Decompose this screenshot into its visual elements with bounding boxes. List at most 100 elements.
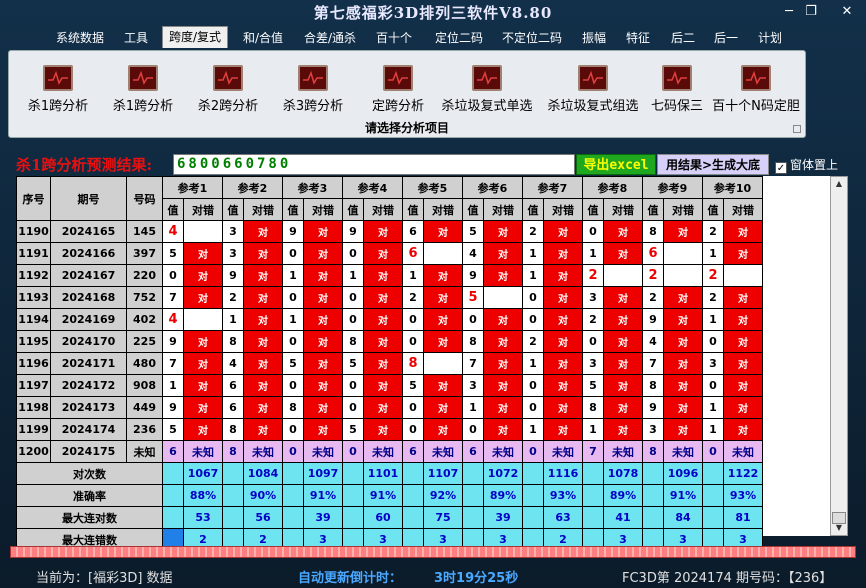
menu-item-7[interactable]: 不定位二码 bbox=[498, 28, 566, 48]
table-row[interactable]: 1190 2024165 145 4 3 对 9 对 9 对 6 对 5 对 2 对 0 对 8 对 2 对 bbox=[16, 220, 763, 243]
progress-stripe bbox=[10, 546, 856, 558]
tool-button-7[interactable]: 七码保三 bbox=[647, 65, 707, 115]
scroll-down-icon[interactable]: ▼ bbox=[831, 521, 847, 535]
cell-unknown: 未知 bbox=[243, 440, 283, 463]
cell-value: 0 bbox=[522, 286, 544, 309]
table-row[interactable]: 1194 2024169 402 4 1 对 1 对 0 对 0 对 0 对 0 对 2 对 9 对 1 对 bbox=[16, 308, 763, 331]
stat-value: 91% bbox=[303, 484, 343, 507]
stat-value: 91% bbox=[663, 484, 703, 507]
status-countdown: 3时19分25秒 bbox=[434, 571, 519, 586]
cell-ok: 对 bbox=[663, 308, 703, 331]
cell-period: 2024167 bbox=[50, 264, 127, 287]
stat-blank bbox=[582, 506, 604, 529]
pending-row[interactable]: 1200 2024175 未知 6 未知 8 未知 0 未知 0 未知 6 未知 6 未知 0 未知 7 未知 8 未知… bbox=[16, 440, 763, 463]
stat-value: 81 bbox=[723, 506, 763, 529]
stat-blank bbox=[162, 484, 184, 507]
checkbox-box[interactable]: ✓ bbox=[775, 162, 787, 174]
table-row[interactable]: 1196 2024171 480 7 对 4 对 5 对 5 对 8 7 对 1 对 3 对 7 对 3 对 bbox=[16, 352, 763, 375]
cell-ok: 对 bbox=[723, 396, 763, 419]
menu-item-0[interactable]: 系统数据 bbox=[52, 28, 108, 48]
table-row[interactable]: 1193 2024168 752 7 对 2 对 0 对 0 对 2 对 5 0 对 3 对 2 对 2 对 bbox=[16, 286, 763, 309]
menu-item-1[interactable]: 工具 bbox=[118, 28, 154, 48]
cell-value: 2 bbox=[702, 286, 724, 309]
cell-value: 9 bbox=[162, 330, 184, 353]
minimize-button[interactable]: ─ bbox=[778, 3, 800, 21]
table-row[interactable]: 1197 2024172 908 1 对 6 对 0 对 0 对 5 对 3 对 0 对 5 对 8 对 0 对 bbox=[16, 374, 763, 397]
cell-ok: 对 bbox=[603, 352, 643, 375]
cell-ok: 对 bbox=[723, 286, 763, 309]
subheader-ok: 对错 bbox=[543, 198, 583, 221]
export-excel-button[interactable]: 导出excel bbox=[576, 154, 656, 175]
stat-value: 56 bbox=[243, 506, 283, 529]
menu-item-12[interactable]: 计划 bbox=[752, 28, 788, 48]
cell-ok: 对 bbox=[243, 264, 283, 287]
result-value-field[interactable]: 6800660780 bbox=[173, 154, 575, 175]
header-ref: 参考4 bbox=[342, 176, 403, 199]
maximize-button[interactable]: ❐ bbox=[800, 3, 822, 21]
menu-item-5[interactable]: 百十个 bbox=[372, 28, 416, 48]
header-number: 号码 bbox=[126, 176, 163, 221]
data-table: 序号 期号 号码 参考1 参考2 参考3 参考4 参考5 参考6 参考7 参考8 参考9 参考10 值对错… bbox=[16, 176, 763, 551]
cell-number: 225 bbox=[126, 330, 163, 353]
tool-button-2[interactable]: 杀2跨分析 bbox=[193, 65, 263, 115]
cell-ok: 对 bbox=[723, 418, 763, 441]
tool-button-0[interactable]: 杀1跨分析 bbox=[23, 65, 93, 115]
cell-ok: 对 bbox=[183, 418, 223, 441]
cell-ok: 对 bbox=[183, 374, 223, 397]
menu-item-8[interactable]: 振幅 bbox=[576, 28, 612, 48]
menu-item-11[interactable]: 后一 bbox=[708, 28, 744, 48]
cell-unknown: 未知 bbox=[543, 440, 583, 463]
stat-label: 准确率 bbox=[16, 484, 163, 507]
cell-value: 2 bbox=[522, 330, 544, 353]
cell-value: 8 bbox=[462, 330, 484, 353]
cell-ok: 对 bbox=[303, 308, 343, 331]
stat-value: 93% bbox=[723, 484, 763, 507]
cell-value: 2 bbox=[522, 220, 544, 243]
cell-value: 2 bbox=[642, 286, 664, 309]
table-row[interactable]: 1192 2024167 220 0 对 9 对 1 对 1 对 1 对 9 对 1 对 2 2 2 bbox=[16, 264, 763, 287]
table-row[interactable]: 1199 2024174 236 5 对 8 对 0 对 5 对 0 对 0 对 1 对 1 对 3 对 1 对 bbox=[16, 418, 763, 441]
menu-item-9[interactable]: 特征 bbox=[620, 28, 656, 48]
stat-blank bbox=[582, 462, 604, 485]
tool-button-6[interactable]: 杀垃圾复式组选 bbox=[541, 65, 645, 115]
menu-item-10[interactable]: 后二 bbox=[666, 28, 700, 48]
tool-button-4[interactable]: 定跨分析 bbox=[363, 65, 433, 115]
cell-ok bbox=[183, 220, 223, 243]
cell-ok: 对 bbox=[543, 418, 583, 441]
scroll-up-icon[interactable]: ▲ bbox=[831, 177, 847, 191]
vertical-scrollbar[interactable]: ▲ ▼ bbox=[830, 176, 848, 536]
subheader-value: 值 bbox=[522, 198, 544, 221]
expand-icon[interactable] bbox=[793, 125, 801, 133]
header-ref: 参考3 bbox=[282, 176, 343, 199]
tool-button-3[interactable]: 杀3跨分析 bbox=[278, 65, 348, 115]
header-period: 期号 bbox=[50, 176, 127, 221]
cell-ok: 对 bbox=[183, 264, 223, 287]
tool-button-5[interactable]: 杀垃圾复式单选 bbox=[435, 65, 539, 115]
cell-value: 0 bbox=[342, 374, 364, 397]
menu-item-6[interactable]: 定位二码 bbox=[428, 28, 490, 48]
table-row[interactable]: 1191 2024166 397 5 对 3 对 0 对 0 对 6 4 对 1 对 1 对 6 1 对 bbox=[16, 242, 763, 265]
cell-value: 1 bbox=[222, 308, 244, 331]
stat-label: 对次数 bbox=[16, 462, 163, 485]
topmost-checkbox[interactable]: ✓ 窗体置上 bbox=[775, 156, 838, 174]
menu-item-3[interactable]: 和/合值 bbox=[236, 28, 290, 48]
menu-item-2[interactable]: 跨度/复式 bbox=[162, 26, 228, 48]
cell-value: 2 bbox=[702, 264, 724, 287]
stat-blank bbox=[642, 506, 664, 529]
cell-value: 8 bbox=[282, 396, 304, 419]
table-row[interactable]: 1198 2024173 449 9 对 6 对 8 对 0 对 0 对 1 对 0 对 8 对 9 对 1 对 bbox=[16, 396, 763, 419]
cell-value: 8 bbox=[222, 330, 244, 353]
generate-base-button[interactable]: 用结果>生成大底 bbox=[657, 154, 769, 175]
cell-ok: 对 bbox=[543, 308, 583, 331]
close-button[interactable]: ✕ bbox=[836, 3, 858, 21]
table-row[interactable]: 1195 2024170 225 9 对 8 对 0 对 8 对 0 对 8 对 2 对 0 对 4 对 0 对 bbox=[16, 330, 763, 353]
tool-button-1[interactable]: 杀1跨分析 bbox=[108, 65, 178, 115]
cell-ok: 对 bbox=[423, 286, 463, 309]
cell-period: 2024168 bbox=[50, 286, 127, 309]
cell-value: 0 bbox=[342, 308, 364, 331]
tool-button-8[interactable]: 百十个N码定胆 bbox=[711, 65, 801, 115]
header-ref: 参考2 bbox=[222, 176, 283, 199]
stat-value: 1107 bbox=[423, 462, 463, 485]
menu-item-4[interactable]: 合差/通杀 bbox=[298, 28, 362, 48]
header-ref: 参考1 bbox=[162, 176, 223, 199]
